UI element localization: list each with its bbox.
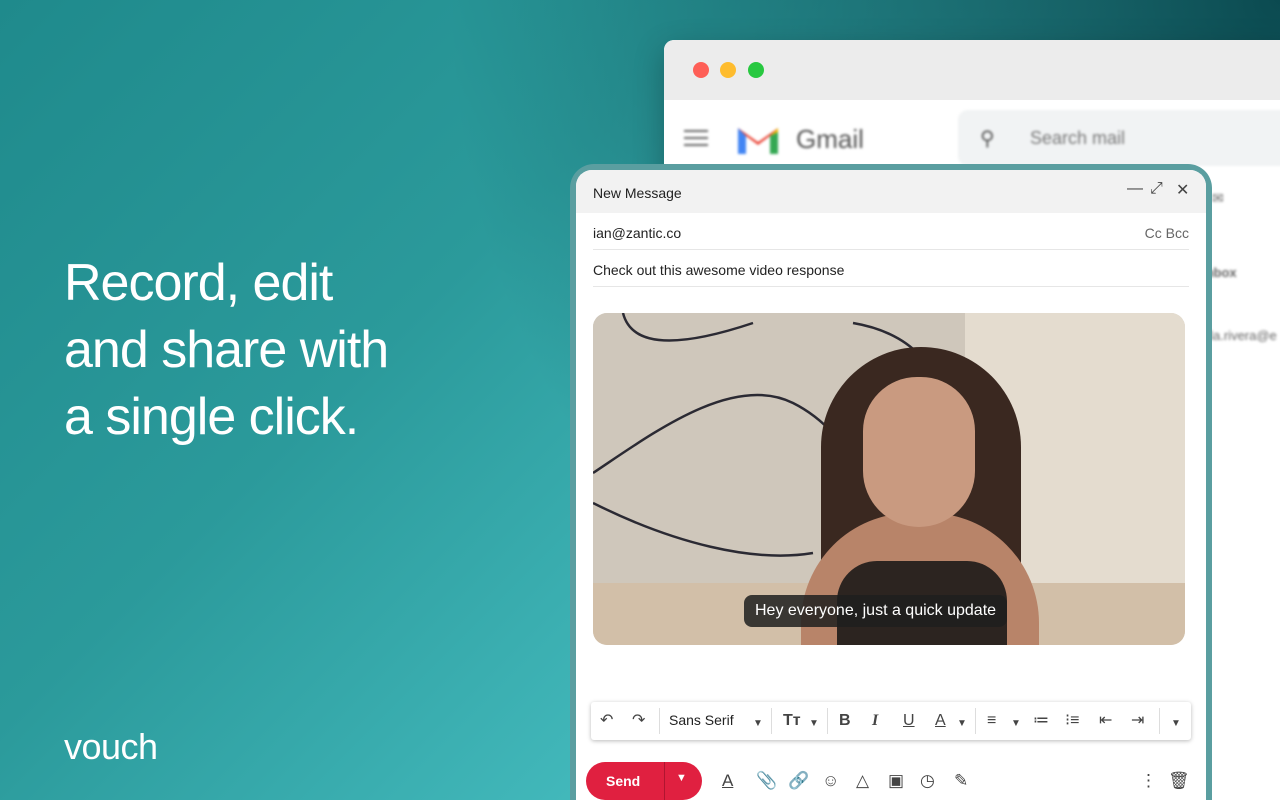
gmail-search-bar[interactable]: ⚲ Search mail: [958, 110, 1280, 166]
headline-line-1: Record, edit: [64, 254, 333, 312]
send-button[interactable]: Send: [606, 773, 640, 789]
formatting-toolbar: ↶ ↷ Sans Serif ▼ Tᴛ ▼ B I U A ▼ ≡ ▼ ≔ ⁝≡…: [591, 702, 1191, 740]
search-icon: ⚲: [980, 128, 995, 150]
gmail-wordmark: Gmail: [796, 124, 864, 154]
discard-draft-icon[interactable]: 🗑: [1168, 771, 1190, 791]
to-field[interactable]: ian@zantic.co Cc Bcc: [593, 213, 1189, 250]
bold-icon[interactable]: B: [839, 711, 851, 731]
redo-icon[interactable]: ↷: [632, 711, 645, 731]
vouch-logo: vouch: [64, 726, 158, 767]
to-recipient: ian@zantic.co: [593, 225, 682, 241]
chevron-down-icon[interactable]: ▼: [809, 714, 819, 734]
emoji-icon[interactable]: ☺: [822, 771, 839, 791]
chevron-down-icon[interactable]: ▼: [1011, 714, 1021, 734]
font-family-select[interactable]: Sans Serif: [669, 712, 734, 728]
chevron-down-icon[interactable]: ▼: [753, 714, 763, 734]
more-formatting-icon[interactable]: ▼: [1171, 714, 1181, 734]
archive-icon[interactable]: ✉: [1212, 190, 1224, 207]
send-options-icon[interactable]: ▼: [676, 772, 687, 784]
send-button-group: Send ▼: [586, 762, 702, 800]
undo-icon[interactable]: ↶: [600, 711, 613, 731]
more-options-icon[interactable]: ⋮: [1140, 771, 1157, 791]
compose-header: New Message — ⤢ ✕: [576, 170, 1206, 213]
headline-line-2: and share with: [64, 321, 389, 379]
gmail-logo-icon: [738, 128, 778, 154]
indent-more-icon[interactable]: ⇥: [1131, 711, 1144, 731]
maximize-window-dot[interactable]: [748, 62, 764, 78]
subject-field[interactable]: Check out this awesome video response: [593, 250, 1189, 287]
confidential-mode-icon[interactable]: ◷: [920, 771, 935, 791]
hero-headline: Record, edit and share with a single cli…: [64, 250, 484, 451]
compose-highlight-frame: New Message — ⤢ ✕ ian@zantic.co Cc Bcc C…: [570, 164, 1212, 800]
headline-line-3: a single click.: [64, 388, 359, 446]
minimize-window-dot[interactable]: [720, 62, 736, 78]
search-placeholder: Search mail: [1030, 128, 1126, 148]
attach-file-icon[interactable]: 📎: [756, 771, 777, 791]
italic-icon[interactable]: I: [872, 711, 878, 731]
text-color-icon[interactable]: A: [935, 711, 946, 731]
bulleted-list-icon[interactable]: ⁝≡: [1065, 711, 1079, 731]
underline-icon[interactable]: U: [903, 711, 915, 731]
text-size-icon[interactable]: Tᴛ: [783, 711, 801, 731]
browser-titlebar: [664, 40, 1280, 100]
signature-icon[interactable]: ✎: [954, 771, 968, 791]
chevron-down-icon[interactable]: ▼: [957, 714, 967, 734]
subject-text: Check out this awesome video response: [593, 262, 845, 278]
close-icon[interactable]: ✕: [1176, 180, 1189, 200]
insert-link-icon[interactable]: 🔗: [788, 771, 809, 791]
compose-actions-bar: Send ▼ A 📎 🔗 ☺ △ ▣ ◷ ✎ ⋮ 🗑: [576, 756, 1206, 800]
insert-photo-icon[interactable]: ▣: [888, 771, 904, 791]
cc-bcc-button[interactable]: Cc Bcc: [1145, 225, 1189, 241]
person-face: [863, 377, 975, 527]
indent-less-icon[interactable]: ⇤: [1099, 711, 1112, 731]
minimize-icon[interactable]: —: [1127, 180, 1143, 198]
align-icon[interactable]: ≡: [987, 711, 996, 731]
numbered-list-icon[interactable]: ≔: [1033, 711, 1049, 731]
video-caption: Hey everyone, just a quick update: [744, 595, 1008, 627]
compose-title: New Message: [593, 185, 682, 201]
video-thumbnail[interactable]: Hey everyone, just a quick update: [593, 313, 1185, 645]
expand-icon[interactable]: ⤢: [1150, 180, 1163, 198]
formatting-options-icon[interactable]: A: [722, 771, 733, 791]
google-drive-icon[interactable]: △: [856, 771, 869, 791]
hamburger-menu-icon[interactable]: [684, 130, 708, 151]
close-window-dot[interactable]: [693, 62, 709, 78]
compose-window: New Message — ⤢ ✕ ian@zantic.co Cc Bcc C…: [576, 170, 1206, 800]
